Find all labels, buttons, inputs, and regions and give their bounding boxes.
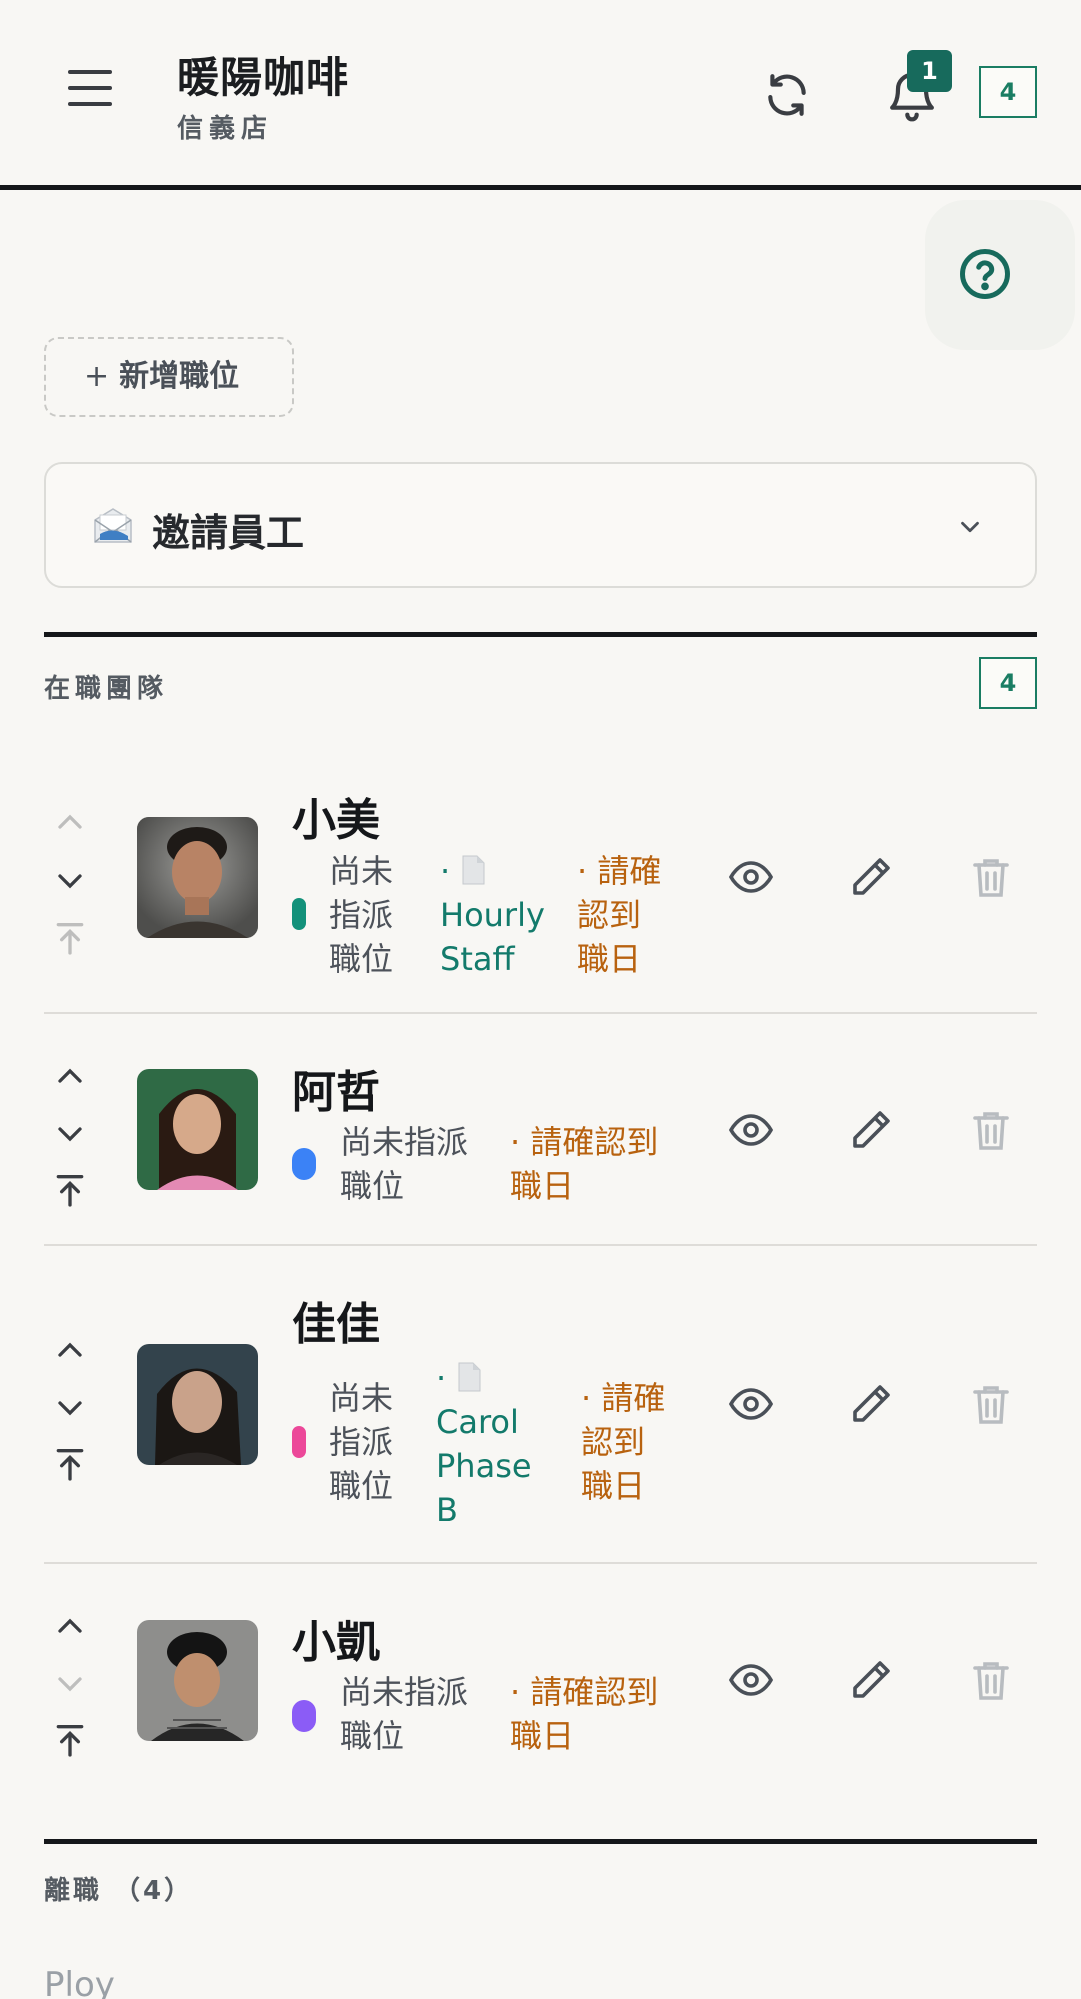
help-button-area [925,200,1075,350]
trash-icon[interactable] [967,853,1015,901]
member-name: 小凱 [292,1617,380,1668]
invite-staff-label: 邀請員工 [152,511,305,555]
member-color-dot [292,1148,316,1180]
member-color-dot [292,898,306,930]
document-icon [462,855,485,885]
trash-icon[interactable] [967,1380,1015,1428]
member-color-dot [292,1426,306,1458]
start-date-warning: · 請確認到 職日 [510,1123,659,1205]
start-date-warning: · 請確 認到 職日 [577,852,662,978]
move-to-top-icon[interactable] [50,1720,90,1760]
member-color-dot [292,1700,316,1732]
move-to-top-icon[interactable] [50,1444,90,1484]
position-status: 尚未 指派 職位 [329,852,394,978]
add-role-label: 新增職位 [119,359,240,394]
eye-icon[interactable] [727,1380,775,1428]
pencil-icon[interactable] [847,1380,895,1428]
active-team-label: 在職團隊 [44,674,169,704]
template-link[interactable]: · Hourly Staff [440,849,545,981]
pencil-icon[interactable] [847,853,895,901]
branch-subtitle: 信義店 [177,114,274,144]
team-member-row: 佳佳 尚未 指派 職位 · Carol Phase B · 請確 認到 職日 [44,1246,1037,1564]
avatar [137,1620,258,1741]
pencil-icon[interactable] [847,1656,895,1704]
envelope-icon [94,508,132,543]
store-title: 暖陽咖啡 [177,53,350,102]
member-name: 阿哲 [292,1067,380,1118]
avatar [137,817,258,938]
departed-member-name: Ploy [44,1965,115,1999]
pencil-icon[interactable] [847,1106,895,1154]
move-down-icon[interactable] [50,861,90,901]
team-member-row: 小凱 尚未指派 職位 · 請確認到 職日 [44,1564,1037,1824]
team-count-badge: 4 [979,66,1037,118]
avatar [137,1069,258,1190]
refresh-icon[interactable] [762,70,812,120]
plus-icon: + [84,359,110,394]
departed-section-label[interactable]: 離職 （4） [44,1870,193,1907]
move-up-icon[interactable] [50,1330,90,1370]
invite-staff-accordion[interactable]: 邀請員工 [44,462,1037,588]
team-member-row: 小美 尚未 指派 職位 · Hourly Staff · 請確 認到 職日 [44,760,1037,1014]
add-role-button[interactable]: + 新增職位 [44,337,294,417]
team-member-row: 阿哲 尚未指派 職位 · 請確認到 職日 [44,1014,1037,1246]
chevron-down-icon [961,521,979,533]
section-divider [44,632,1037,637]
move-up-icon[interactable] [50,802,90,842]
eye-icon[interactable] [727,1106,775,1154]
eye-icon[interactable] [727,853,775,901]
menu-icon[interactable] [68,70,120,112]
section-divider [44,1839,1037,1844]
document-icon [458,1362,481,1392]
trash-icon[interactable] [967,1106,1015,1154]
position-status: 尚未 指派 職位 [329,1379,394,1505]
template-link[interactable]: · Carol Phase B [436,1356,532,1532]
eye-icon[interactable] [727,1656,775,1704]
start-date-warning: · 請確 認到 職日 [581,1379,666,1505]
trash-icon[interactable] [967,1656,1015,1704]
help-icon[interactable] [958,247,1012,301]
move-to-top-icon[interactable] [50,918,90,958]
move-down-icon[interactable] [50,1388,90,1428]
member-name: 佳佳 [292,1299,380,1350]
notification-badge: 1 [907,50,952,92]
app-header: 暖陽咖啡 信義店 1 4 [0,0,1081,190]
position-status: 尚未指派 職位 [340,1123,469,1205]
member-name: 小美 [292,795,380,846]
start-date-warning: · 請確認到 職日 [510,1673,659,1755]
active-team-count: 4 [979,657,1037,709]
avatar [137,1344,258,1465]
move-up-icon[interactable] [50,1056,90,1096]
move-down-icon[interactable] [50,1114,90,1154]
position-status: 尚未指派 職位 [340,1673,469,1755]
move-up-icon[interactable] [50,1606,90,1646]
move-to-top-icon[interactable] [50,1170,90,1210]
move-down-icon[interactable] [50,1664,90,1704]
